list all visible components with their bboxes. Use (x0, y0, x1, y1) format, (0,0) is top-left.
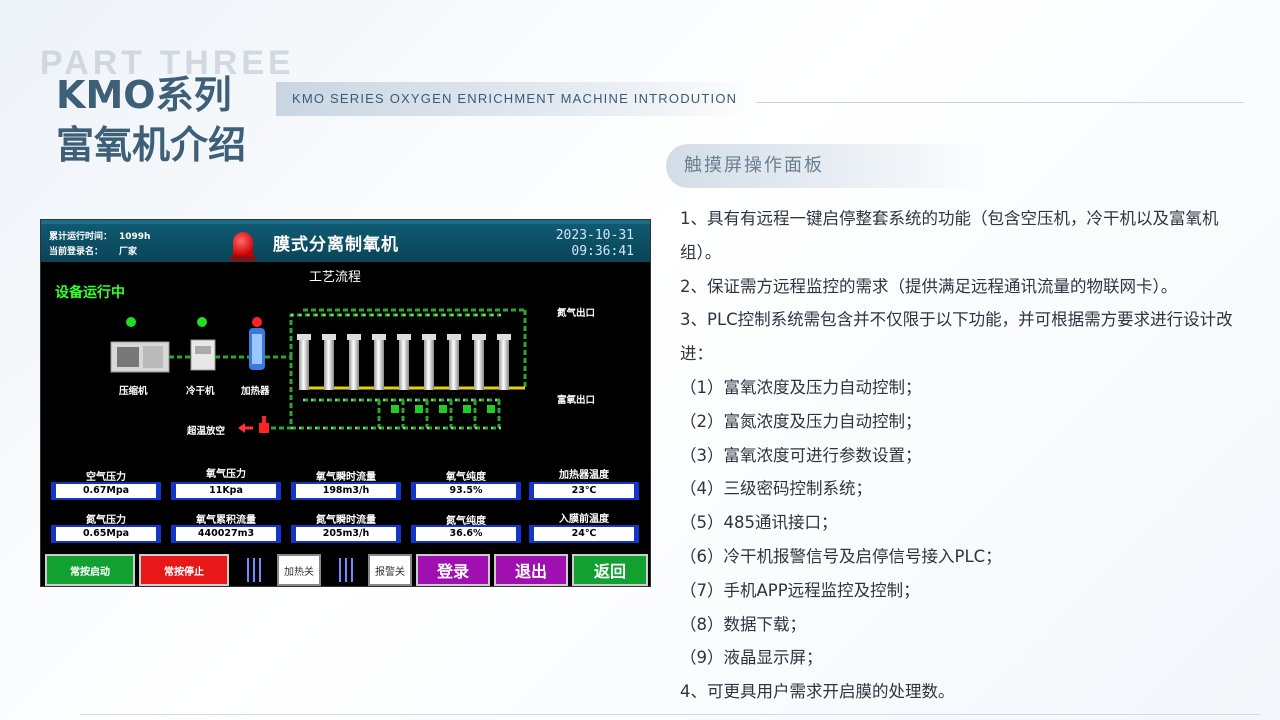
meter-label: 入膜前温度 (559, 514, 609, 525)
feature-item: 2、保证需方远程监控的需求（提供满足远程通讯流量的物联网卡）。 (680, 276, 1178, 296)
separator-bars-icon (247, 558, 261, 582)
dryer-label: 冷干机 (186, 386, 215, 397)
heater-icon (249, 328, 265, 370)
feature-item: （3）富氧浓度可进行参数设置； (680, 445, 922, 465)
meter-value-box: 11Kpa (171, 482, 281, 500)
meter-value-box: 93.5% (411, 482, 521, 500)
compressor-status-light (126, 317, 136, 327)
feature-list: 1、具有有远程一键启停整套系统的功能（包含空压机，冷干机以及富氧机组）。 2、保… (680, 202, 1255, 709)
feature-item: （6）冷干机报警信号及启停信号接入PLC； (680, 546, 1002, 566)
meter-value-box: 0.65Mpa (51, 525, 161, 543)
meter-label: 空气压力 (86, 472, 126, 483)
meter-label: 氧气压力 (206, 469, 246, 480)
meter-label: 氧气纯度 (446, 472, 486, 483)
alarm-off-button[interactable]: 报警关 (368, 554, 412, 586)
meter-value: 0.67Mpa (56, 484, 156, 498)
page-subtitle: KMO SERIES OXYGEN ENRICHMENT MACHINE INT… (276, 82, 756, 116)
login-button[interactable]: 登录 (416, 554, 490, 586)
feature-item: （5）485通讯接口； (680, 513, 838, 533)
meter-value: 23℃ (534, 484, 634, 498)
meter-label: 氮气压力 (86, 515, 126, 526)
page-title-line1: KMO系列 (56, 73, 232, 117)
meter-value: 205m3/h (296, 527, 396, 541)
meter-value: 11Kpa (176, 484, 276, 498)
feature-item: 3、PLC控制系统需包含并不仅限于以下功能，并可根据需方要求进行设计改进： (680, 310, 1233, 364)
meter-value: 36.6% (416, 527, 516, 541)
meter-value-box: 23℃ (529, 482, 639, 500)
feature-item: （9）液晶显示屏； (680, 648, 823, 668)
feature-item: （2）富氮浓度及压力自动控制； (680, 411, 922, 431)
feature-item: （7）手机APP远程监控及控制； (680, 580, 920, 600)
overtemp-vent-label: 超温放空 (187, 426, 226, 437)
valve-icons (391, 405, 495, 413)
feature-item: 4、可更具用户需求开启膜的处理数。 (680, 682, 955, 702)
membrane-array (297, 334, 511, 390)
separator-bars-icon (339, 558, 353, 582)
process-flow-diagram (110, 308, 527, 433)
dryer-icon (190, 339, 216, 371)
dryer-status-light (197, 317, 207, 327)
meter-label: 氮气瞬时流量 (316, 515, 376, 526)
meter-label: 加热器温度 (559, 470, 609, 481)
hmi-touchscreen-panel: 累计运行时间： 1099h 当前登录名： 厂家 膜式分离制氧机 2023-10-31… (40, 219, 651, 587)
footer-divider (80, 714, 1260, 715)
start-button[interactable]: 常按启动 (45, 554, 135, 586)
section-title: 触摸屏操作面板 (666, 144, 986, 188)
page-title-line2: 富氧机介绍 (56, 123, 247, 167)
header-divider (756, 102, 1244, 103)
meter-label: 氧气累积流量 (196, 515, 256, 526)
vent-valve-icon (259, 416, 269, 433)
logout-button[interactable]: 退出 (494, 554, 568, 586)
meter-value-box: 198m3/h (291, 482, 401, 500)
stop-button[interactable]: 常按停止 (139, 554, 229, 586)
oxygen-outlet-label: 富氧出口 (557, 395, 596, 406)
feature-item: （1）富氧浓度及压力自动控制； (680, 377, 922, 397)
meter-value: 93.5% (416, 484, 516, 498)
meter-label: 氧气瞬时流量 (316, 472, 376, 483)
meter-value: 24℃ (534, 527, 634, 541)
nitrogen-outlet-label: 氮气出口 (557, 308, 596, 319)
meter-value-box: 205m3/h (291, 525, 401, 543)
meter-value-box: 24℃ (529, 525, 639, 543)
feature-item: （4）三级密码控制系统； (680, 479, 872, 499)
heater-off-button[interactable]: 加热关 (277, 554, 321, 586)
meter-value-box: 440027m3 (171, 525, 281, 543)
meter-value: 198m3/h (296, 484, 396, 498)
page-title: KMO系列 富氧机介绍 (56, 70, 246, 170)
compressor-label: 压缩机 (119, 386, 148, 397)
compressor-icon (110, 341, 170, 373)
feature-item: （8）数据下载； (680, 614, 806, 634)
meter-value-box: 0.67Mpa (51, 482, 161, 500)
meter-value: 0.65Mpa (56, 527, 156, 541)
meter-value: 440027m3 (176, 527, 276, 541)
feature-item: 1、具有有远程一键启停整套系统的功能（包含空压机，冷干机以及富氧机组）。 (680, 209, 1219, 262)
back-button[interactable]: 返回 (572, 554, 648, 586)
heater-label: 加热器 (241, 386, 270, 397)
meter-value-box: 36.6% (411, 525, 521, 543)
heater-status-light (252, 317, 262, 327)
vent-arrow-icon (238, 423, 253, 433)
